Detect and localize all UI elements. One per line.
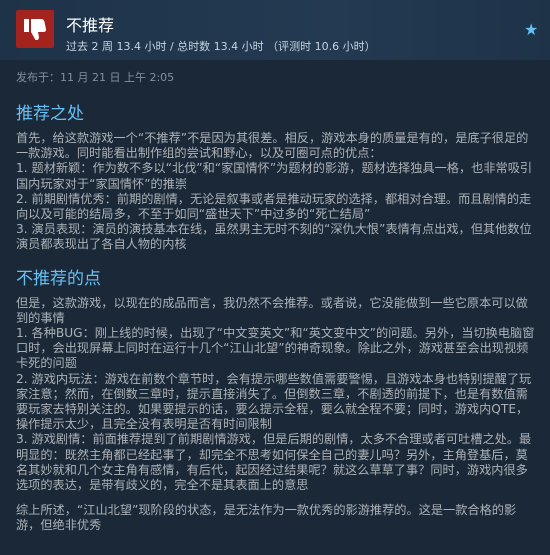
pros-item: 2. 前期剧情优秀：前期的剧情，无论是叙事或者是推动玩家的选择，都相对合理。而且…	[16, 191, 532, 222]
pros-intro: 首先，给这款游戏一个“不推荐”不是因为其很差。相反，游戏本身的质量是有的，是底子…	[16, 131, 529, 161]
cons-heading: 不推荐的点	[16, 268, 101, 289]
star-icon[interactable]: ★	[524, 20, 538, 39]
verdict-title: 不推荐	[66, 16, 115, 35]
cons-intro: 但是，这款游戏，以现在的成品而言，我仍然不会推荐。或者说，它没能做到一些它原本可…	[16, 295, 528, 325]
conclusion: 综上所述，“江山北望”现阶段的状态，是无法作为一款优秀的影游推荐的。这是一款合格…	[16, 503, 517, 533]
posted-date: 发布于：11 月 21 日 上午 2:05	[16, 71, 175, 84]
cons-item: 3. 游戏剧情：前面推荐提到了前期剧情游戏，但是后期的剧情，太多不合理或者可吐槽…	[16, 432, 532, 493]
pros-item: 1. 题材新颖：作为数不多以“北伐”和“家国情怀”为题材的影游，题材选择独具一格…	[16, 161, 533, 191]
cons-item: 1. 各种BUG：刚上线的时候，出现了“中文变英文”和“英文变中文”的问题。另外…	[16, 326, 535, 371]
hours-played: 过去 2 周 13.4 小时 / 总时数 13.4 小时 （评测时 10.6 小…	[66, 40, 376, 53]
pros-heading: 推荐之处	[16, 104, 84, 124]
thumbs-down-icon	[16, 10, 54, 48]
cons-item: 2. 游戏内玩法：游戏在前数个章节时，会有提示哪些数值需要警惕，且游戏本身也特别…	[16, 371, 532, 432]
review-body: 推荐之处 首先，给这款游戏一个“不推荐”不是因为其很差。相反，游戏本身的质量是有…	[16, 104, 540, 534]
pros-item: 3. 演员表现：演员的演技基本在线，虽然男主无时不刻的“深仇大恨”表情有点出戏，…	[16, 222, 532, 252]
review-header: 不推荐 过去 2 周 13.4 小时 / 总时数 13.4 小时 （评测时 10…	[0, 0, 550, 60]
